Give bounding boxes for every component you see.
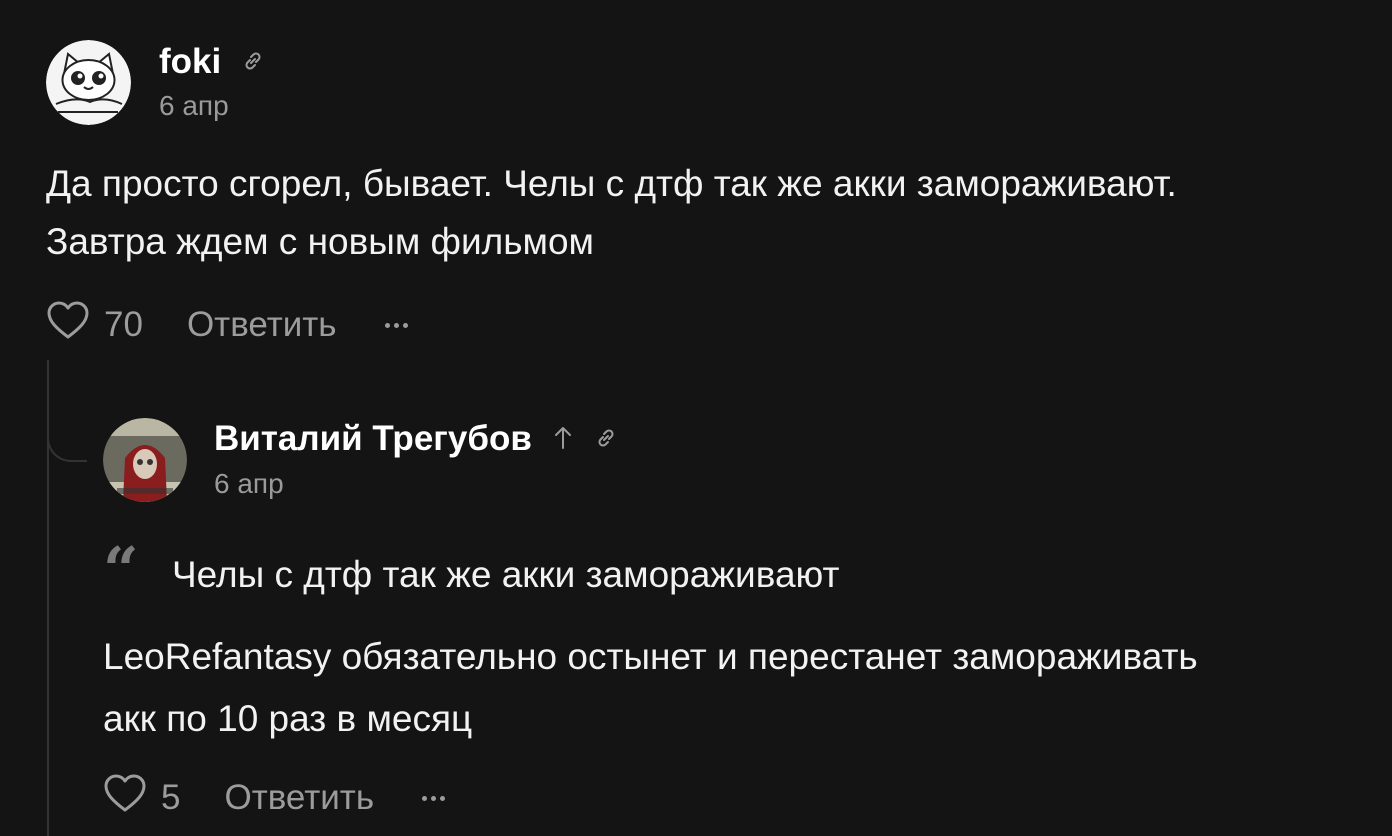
author-name[interactable]: Виталий Трегубов [214,419,532,459]
like-button[interactable] [103,774,147,823]
heart-icon [104,774,146,811]
like-count: 5 [161,778,181,817]
dot-icon [402,322,408,328]
link-icon[interactable] [241,42,265,82]
reply-text-line1: LeoRefantasy обязательно остынет и перес… [103,636,1198,677]
dot-icon [393,322,399,328]
avatar[interactable] [46,40,131,125]
dot-icon [384,322,390,328]
user-photo-icon [103,418,187,502]
like-count: 70 [104,305,143,344]
comment-text-line2: Завтра ждем с новым фильмом [46,221,594,262]
reply-date[interactable]: 6 апр [214,468,284,500]
arrow-up-icon[interactable] [552,419,574,459]
dot-icon [422,795,428,801]
thread-connector [47,420,87,462]
more-options-button[interactable] [422,795,446,801]
cat-avatar-icon [46,40,131,125]
quote-icon: “ [103,533,139,606]
reply-author[interactable]: Виталий Трегубов [214,419,618,459]
comment-date[interactable]: 6 апр [159,90,229,122]
author-name[interactable]: foki [159,42,221,82]
reply-text-line2: акк по 10 раз в месяц [103,698,473,739]
comment-author[interactable]: foki [159,42,265,82]
comment-actions: 70 Ответить [46,301,408,350]
like-button[interactable] [46,301,90,350]
quoted-text: Челы с дтф так же акки замораживают [172,554,840,595]
heart-icon [47,301,89,338]
reply-avatar[interactable] [103,418,187,502]
link-icon[interactable] [594,419,618,459]
dot-icon [431,795,437,801]
reply-actions: 5 Ответить [103,774,446,823]
dot-icon [440,795,446,801]
comment-text-line1: Да просто сгорел, бывает. Челы с дтф так… [46,163,1177,204]
reply-button[interactable]: Ответить [224,778,374,818]
more-options-button[interactable] [384,322,408,328]
reply-button[interactable]: Ответить [187,305,337,345]
